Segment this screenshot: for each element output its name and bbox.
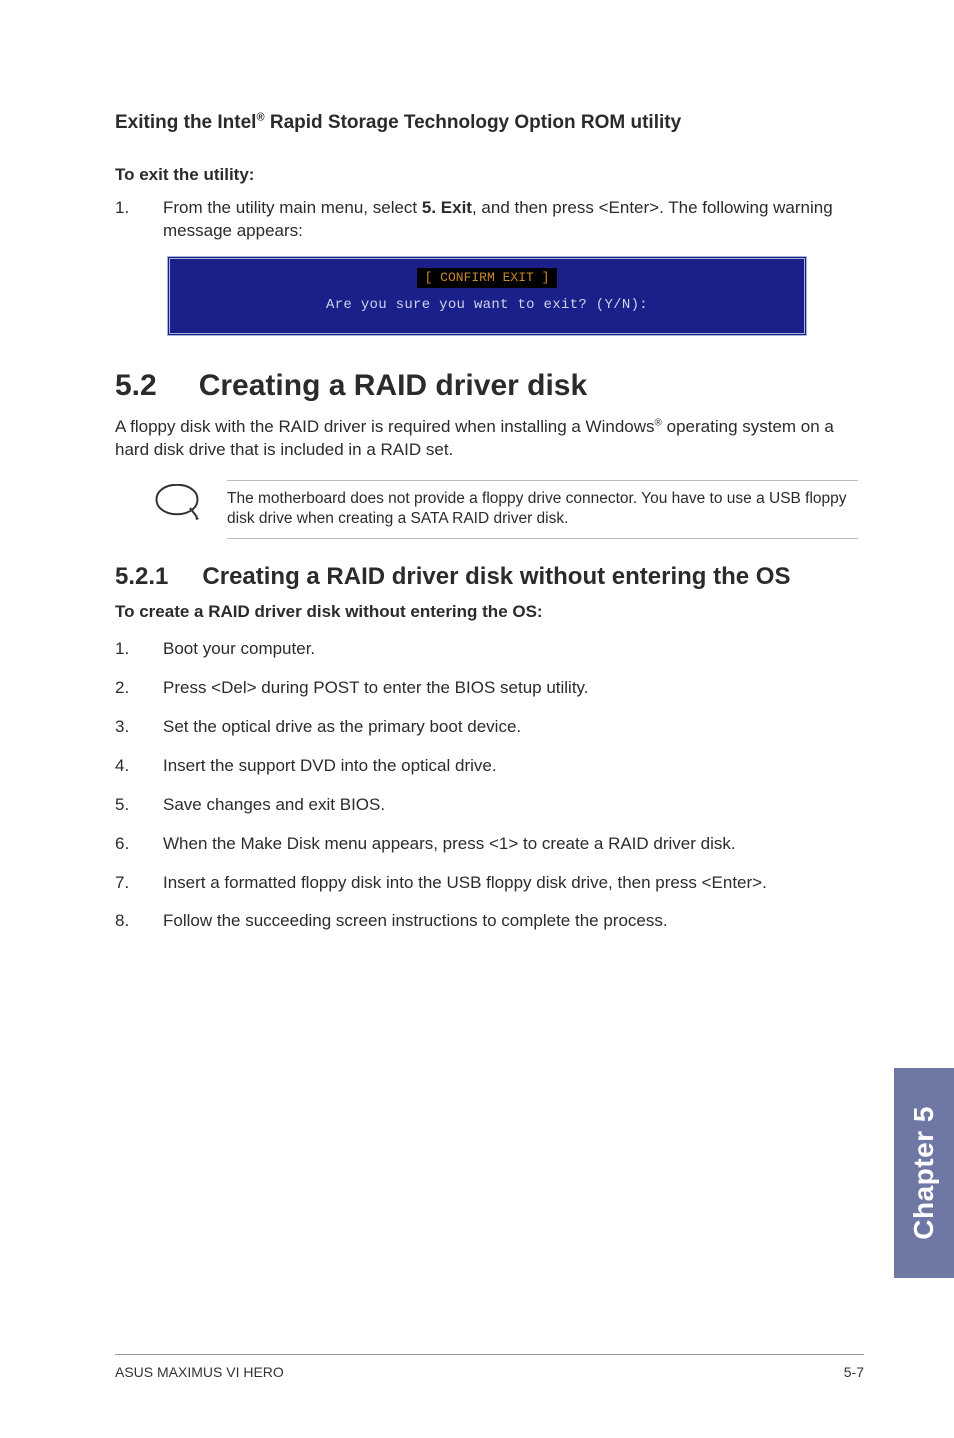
section-521-heading: 5.2.1 Creating a RAID driver disk withou…: [115, 561, 864, 593]
chapter-tab: Chapter 5: [894, 1068, 954, 1278]
step-number: 1.: [115, 638, 139, 661]
reg-mark: ®: [655, 418, 662, 429]
step-number: 6.: [115, 833, 139, 856]
note-icon: [155, 484, 201, 520]
reg-mark: ®: [256, 112, 264, 124]
note-block: The motherboard does not provide a flopp…: [155, 480, 864, 538]
section-521-number: 5.2.1: [115, 561, 168, 593]
step-text: Save changes and exit BIOS.: [163, 794, 864, 817]
step-number: 7.: [115, 872, 139, 895]
exit-step: 1. From the utility main menu, select 5.…: [115, 197, 864, 243]
list-item: 3. Set the optical drive as the primary …: [115, 716, 864, 739]
bios-dialog: [ CONFIRM EXIT ] Are you sure you want t…: [167, 256, 807, 335]
footer-left: ASUS MAXIMUS VI HERO: [115, 1363, 284, 1382]
step-text: Follow the succeeding screen instruction…: [163, 910, 864, 933]
exit-heading-post: Rapid Storage Technology Option ROM util…: [265, 112, 682, 133]
step-text: Boot your computer.: [163, 638, 864, 661]
page-footer: ASUS MAXIMUS VI HERO 5-7: [115, 1354, 864, 1382]
step-text: Insert a formatted floppy disk into the …: [163, 872, 864, 895]
step-text: When the Make Disk menu appears, press <…: [163, 833, 864, 856]
bios-dialog-question: Are you sure you want to exit? (Y/N):: [184, 296, 790, 315]
section-521-title: Creating a RAID driver disk without ente…: [202, 561, 790, 593]
step-text: Press <Del> during POST to enter the BIO…: [163, 677, 864, 700]
section-521-steps: 1. Boot your computer. 2. Press <Del> du…: [115, 638, 864, 934]
list-item: 7. Insert a formatted floppy disk into t…: [115, 872, 864, 895]
list-item: 8. Follow the succeeding screen instruct…: [115, 910, 864, 933]
list-item: 2. Press <Del> during POST to enter the …: [115, 677, 864, 700]
step-number: 8.: [115, 910, 139, 933]
footer-right: 5-7: [844, 1363, 864, 1382]
list-item: 4. Insert the support DVD into the optic…: [115, 755, 864, 778]
body-pre: A floppy disk with the RAID driver is re…: [115, 417, 655, 436]
exit-subheading: To exit the utility:: [115, 164, 864, 187]
section-52-body: A floppy disk with the RAID driver is re…: [115, 416, 864, 462]
section-521-sub: To create a RAID driver disk without ent…: [115, 601, 864, 624]
step-number: 5.: [115, 794, 139, 817]
step-number: 1.: [115, 197, 139, 243]
section-52-heading: 5.2 Creating a RAID driver disk: [115, 366, 864, 407]
section-52-title: Creating a RAID driver disk: [199, 366, 587, 407]
exit-heading: Exiting the Intel® Rapid Storage Technol…: [115, 110, 864, 136]
step-text-pre: From the utility main menu, select: [163, 198, 422, 217]
section-52-number: 5.2: [115, 366, 157, 407]
note-text: The motherboard does not provide a flopp…: [227, 480, 858, 538]
step-number: 2.: [115, 677, 139, 700]
list-item: 5. Save changes and exit BIOS.: [115, 794, 864, 817]
step-number: 3.: [115, 716, 139, 739]
step-text: Insert the support DVD into the optical …: [163, 755, 864, 778]
step-text: Set the optical drive as the primary boo…: [163, 716, 864, 739]
chapter-tab-label: Chapter 5: [905, 1106, 943, 1240]
step-text-bold: 5. Exit: [422, 198, 472, 217]
exit-heading-pre: Exiting the Intel: [115, 112, 256, 133]
list-item: 6. When the Make Disk menu appears, pres…: [115, 833, 864, 856]
step-number: 4.: [115, 755, 139, 778]
bios-dialog-title: [ CONFIRM EXIT ]: [417, 268, 558, 288]
step-text: From the utility main menu, select 5. Ex…: [163, 197, 864, 243]
list-item: 1. Boot your computer.: [115, 638, 864, 661]
